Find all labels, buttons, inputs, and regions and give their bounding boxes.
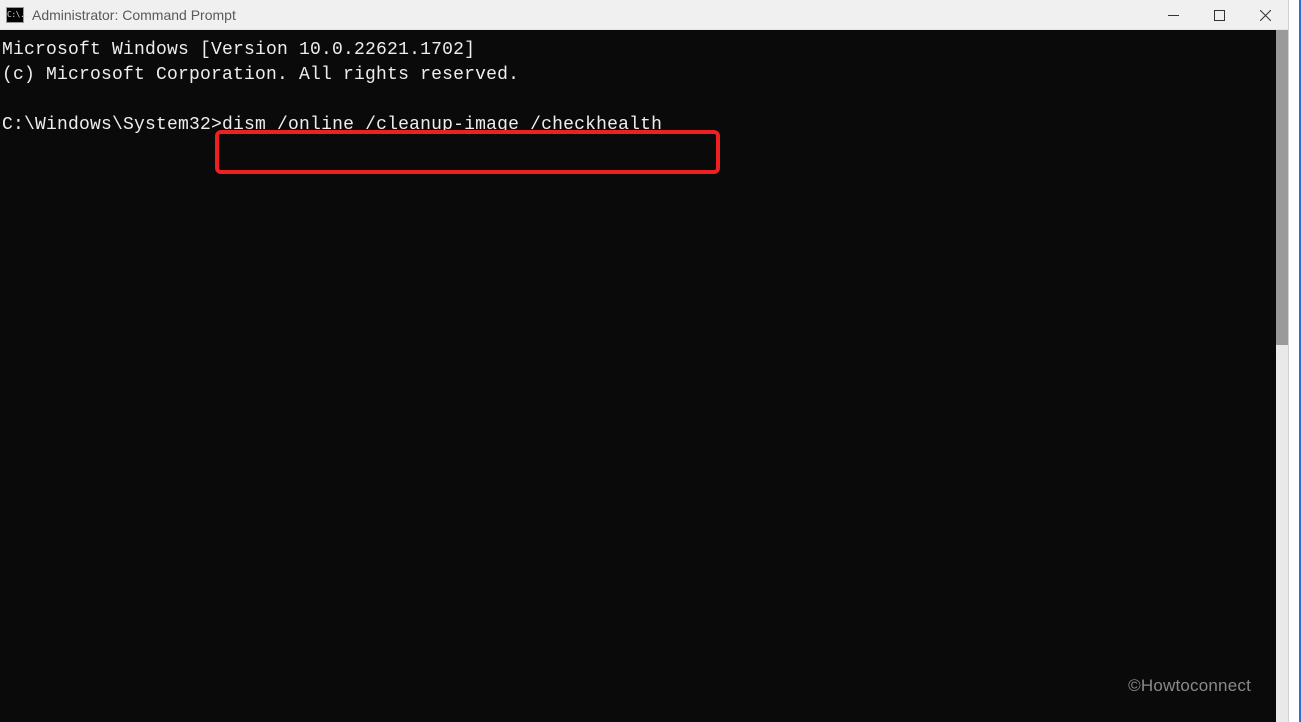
window-title: Administrator: Command Prompt: [32, 7, 236, 23]
cmd-icon: C:\..: [6, 7, 24, 23]
close-button[interactable]: [1242, 0, 1288, 30]
titlebar[interactable]: C:\.. Administrator: Command Prompt: [0, 0, 1288, 30]
window-controls: [1150, 0, 1288, 29]
minimize-button[interactable]: [1150, 0, 1196, 30]
close-icon: [1260, 10, 1271, 21]
highlight-annotation: [215, 130, 720, 174]
terminal-line-copyright: (c) Microsoft Corporation. All rights re…: [2, 65, 519, 85]
maximize-button[interactable]: [1196, 0, 1242, 30]
watermark-text: ©Howtoconnect: [1128, 673, 1251, 698]
terminal-prompt: C:\Windows\System32>: [2, 115, 222, 135]
maximize-icon: [1214, 10, 1225, 21]
minimize-icon: [1168, 10, 1179, 21]
command-prompt-window: C:\.. Administrator: Command Prompt Micr…: [0, 0, 1289, 722]
scrollbar-thumb[interactable]: [1276, 30, 1288, 345]
terminal-command: dism /online /cleanup-image /checkhealth: [222, 115, 662, 135]
terminal-output[interactable]: Microsoft Windows [Version 10.0.22621.17…: [0, 30, 1277, 722]
titlebar-left: C:\.. Administrator: Command Prompt: [6, 7, 236, 23]
terminal-line-version: Microsoft Windows [Version 10.0.22621.17…: [2, 40, 475, 60]
